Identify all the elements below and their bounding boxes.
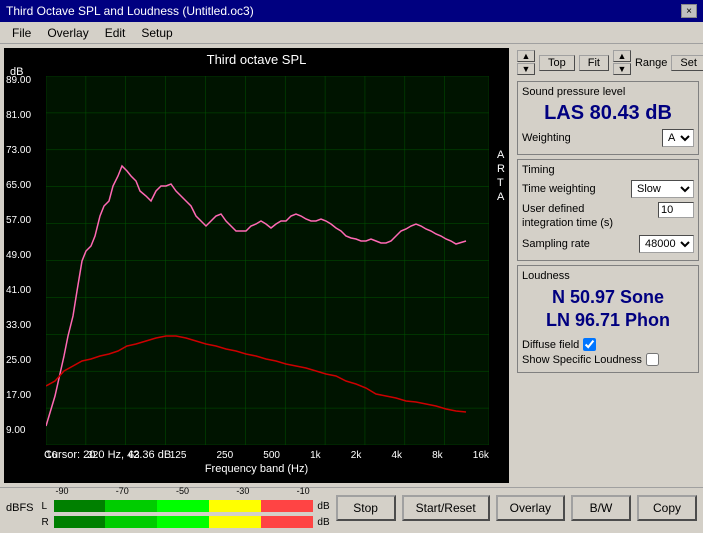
x-tick-500: 500	[263, 450, 280, 461]
meter-channel-R: R	[42, 517, 52, 528]
spl-value: LAS 80.43 dB	[522, 102, 694, 125]
integration-input[interactable]	[658, 202, 694, 218]
top-down-btn[interactable]: ▼	[517, 63, 535, 75]
bottom-area: dBFS -90 -70 -50 -30 -10 L dB R	[0, 487, 703, 527]
sampling-rate-select[interactable]: 48000 44100 96000	[639, 235, 694, 253]
chart-svg	[46, 76, 489, 445]
spl-panel: Sound pressure level LAS 80.43 dB Weight…	[517, 81, 699, 155]
x-tick-16k: 16k	[473, 450, 489, 461]
meter-row-R: R dB	[42, 515, 330, 529]
top-up-btn[interactable]: ▲	[517, 50, 535, 62]
meter-dbfs-end-R: dB	[317, 517, 329, 528]
dbfs-label: dBFS	[6, 502, 34, 514]
start-reset-button[interactable]: Start/Reset	[402, 495, 490, 521]
meter-bar-L	[54, 500, 314, 512]
time-weighting-select[interactable]: Slow Fast Impulse	[631, 180, 694, 198]
meter-tick--30: -30	[236, 486, 249, 496]
main-content: Third octave SPL dB ARTA	[0, 44, 703, 487]
range-label: Range	[635, 57, 667, 69]
meter-tick--50: -50	[176, 486, 189, 496]
integration-label: User definedintegration time (s)	[522, 202, 613, 231]
fit-button[interactable]: Fit	[579, 55, 609, 71]
meter-tick--90: -90	[56, 486, 69, 496]
x-tick-2k: 2k	[351, 450, 362, 461]
meter-dbfs-end-L: dB	[317, 501, 329, 512]
show-specific-label: Show Specific Loudness	[522, 354, 642, 366]
x-axis-label: Frequency band (Hz)	[205, 463, 308, 475]
range-down-btn[interactable]: ▼	[613, 63, 631, 75]
cursor-label: Cursor: 20.0 Hz, 42.36 dB	[44, 449, 171, 461]
copy-button[interactable]: Copy	[637, 495, 697, 521]
range-up-btn[interactable]: ▲	[613, 50, 631, 62]
menu-file[interactable]: File	[4, 24, 39, 42]
meter-container: -90 -70 -50 -30 -10 L dB R	[42, 486, 330, 529]
menu-overlay[interactable]: Overlay	[39, 24, 96, 42]
menu-edit[interactable]: Edit	[97, 24, 134, 42]
meter-tick--70: -70	[116, 486, 129, 496]
stop-button[interactable]: Stop	[336, 495, 396, 521]
x-tick-125: 125	[170, 450, 187, 461]
timing-panel: Timing Time weighting Slow Fast Impulse …	[517, 159, 699, 261]
x-tick-1k: 1k	[310, 450, 321, 461]
top-controls: ▲ ▼ Top Fit ▲ ▼ Range Set	[517, 48, 699, 77]
bw-button[interactable]: B/W	[571, 495, 631, 521]
chart-title: Third octave SPL	[4, 48, 509, 67]
arta-label: ARTA	[497, 148, 505, 204]
meter-bar-R	[54, 516, 314, 528]
time-weighting-label: Time weighting	[522, 183, 596, 195]
menu-setup[interactable]: Setup	[133, 24, 180, 42]
window-title: Third Octave SPL and Loudness (Untitled.…	[6, 4, 254, 18]
weighting-label: Weighting	[522, 132, 571, 144]
meter-channel-L: L	[42, 501, 52, 512]
diffuse-field-checkbox[interactable]	[583, 338, 596, 351]
overlay-button[interactable]: Overlay	[496, 495, 565, 521]
x-tick-8k: 8k	[432, 450, 443, 461]
loudness-value-sone: N 50.97 Sone	[522, 286, 694, 309]
top-button[interactable]: Top	[539, 55, 575, 71]
loudness-panel: Loudness N 50.97 Sone LN 96.71 Phon Diff…	[517, 265, 699, 374]
meter-row-L: L dB	[42, 499, 330, 513]
right-panel: ▲ ▼ Top Fit ▲ ▼ Range Set Sound pressure…	[513, 44, 703, 487]
diffuse-field-label: Diffuse field	[522, 339, 579, 351]
meter-tick--10: -10	[297, 486, 310, 496]
show-specific-checkbox[interactable]	[646, 353, 659, 366]
loudness-value-phon: LN 96.71 Phon	[522, 309, 694, 332]
set-button[interactable]: Set	[671, 55, 703, 71]
chart-area: Third octave SPL dB ARTA	[4, 48, 509, 483]
spl-panel-title: Sound pressure level	[522, 86, 694, 98]
x-tick-250: 250	[217, 450, 234, 461]
sampling-rate-label: Sampling rate	[522, 238, 590, 250]
title-bar: Third Octave SPL and Loudness (Untitled.…	[0, 0, 703, 22]
close-button[interactable]: ×	[681, 4, 697, 18]
menu-bar: File Overlay Edit Setup	[0, 22, 703, 44]
weighting-select[interactable]: A B C Z	[662, 129, 694, 147]
timing-panel-title: Timing	[522, 164, 694, 176]
x-tick-4k: 4k	[391, 450, 402, 461]
loudness-panel-title: Loudness	[522, 270, 694, 282]
